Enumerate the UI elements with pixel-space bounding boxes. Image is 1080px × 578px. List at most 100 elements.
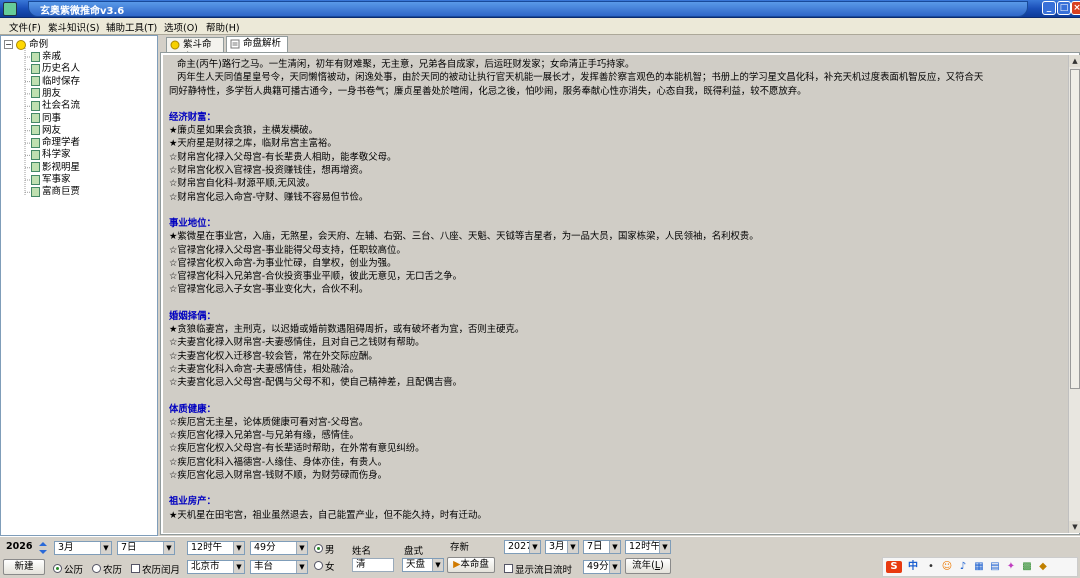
microphone-icon[interactable]: ♪ bbox=[957, 561, 969, 573]
tree-item[interactable]: 历史名人 bbox=[31, 63, 80, 75]
tree-item[interactable]: 朋友 bbox=[31, 88, 61, 100]
chevron-down-icon[interactable]: ▼ bbox=[100, 542, 111, 554]
tree-item[interactable]: 临时保存 bbox=[31, 76, 80, 88]
intro-line: 同好静特性，多学哲人典籍可播古通今，一身书卷气；廉贞星善处於喧闹，化忌之後，怕吵… bbox=[169, 85, 807, 97]
apps-icon[interactable]: ▩ bbox=[1021, 561, 1033, 573]
ime-mode-label[interactable]: 中 bbox=[907, 561, 919, 573]
tree-item[interactable]: 富商巨贾 bbox=[31, 186, 80, 198]
intro-line: 命主(丙午)路行之马。一生清闲，初年有财难聚，无主意，兄弟各自成家，后运旺财发家… bbox=[177, 59, 635, 70]
tree-item[interactable]: 网友 bbox=[31, 125, 61, 137]
emoji-icon[interactable]: ☺ bbox=[941, 561, 953, 573]
gender-male-radio[interactable] bbox=[314, 544, 323, 553]
province-select[interactable]: 北京市 ▼ bbox=[187, 560, 245, 574]
day-select[interactable]: 7日 ▼ bbox=[117, 541, 175, 555]
flow-year-button[interactable]: 流年(L) bbox=[625, 558, 671, 574]
tree-item[interactable]: 命理学者 bbox=[31, 137, 80, 149]
punctuation-icon[interactable]: • bbox=[925, 561, 937, 573]
chevron-down-icon[interactable]: ▼ bbox=[233, 542, 244, 554]
chevron-down-icon[interactable]: ▼ bbox=[609, 541, 620, 553]
tree-item[interactable]: 社会名流 bbox=[31, 100, 80, 112]
tab-chart[interactable]: 紫斗命盘 bbox=[166, 37, 224, 63]
gender-female-label: 女 bbox=[325, 562, 335, 573]
flow-month-select[interactable]: 3月 ▼ bbox=[545, 540, 579, 554]
chevron-down-icon[interactable]: ▼ bbox=[296, 542, 307, 554]
app-icon[interactable] bbox=[3, 2, 17, 16]
collapse-icon[interactable]: − bbox=[4, 40, 13, 49]
flow-year-select[interactable]: 2027 ▼ bbox=[504, 540, 541, 554]
case-file-icon bbox=[31, 63, 40, 74]
tree-item[interactable]: 亲戚 bbox=[31, 51, 61, 63]
case-file-icon bbox=[31, 162, 40, 173]
tree-item[interactable]: 科学家 bbox=[31, 149, 71, 161]
gender-female-radio[interactable] bbox=[314, 561, 323, 570]
year-spinner-icon[interactable] bbox=[38, 541, 48, 555]
menu-file[interactable]: 文件(F) bbox=[9, 20, 41, 34]
chevron-down-icon[interactable]: ▼ bbox=[233, 561, 244, 573]
chevron-down-icon[interactable]: ▼ bbox=[567, 541, 578, 553]
hour-select[interactable]: 12时午 ▼ bbox=[187, 541, 245, 555]
section-title: 婚姻择偶： bbox=[169, 310, 216, 322]
vertical-scrollbar[interactable]: ▲ ▼ bbox=[1068, 55, 1080, 533]
tree-item-label: 社会名流 bbox=[42, 100, 81, 112]
natal-chart-button[interactable]: ▶本命盘 bbox=[447, 557, 495, 573]
tree-item[interactable]: 军事家 bbox=[31, 174, 71, 186]
intro-line: 丙年生人天同值星皇号令，天同懒惰被动，闲逸处事，由於天同的被动让执行官天机能一展… bbox=[177, 72, 984, 84]
section-line: ☆夫妻宫化科入命宫-夫妻感情佳，相处融洽。 bbox=[169, 363, 359, 375]
tree-item[interactable]: 同事 bbox=[31, 113, 61, 125]
case-tree[interactable]: − 命例 亲戚 历史名人 临时保存 朋友 社会名流 同事 网友 命理学者 科学家 影视明星 军事家富… bbox=[0, 35, 158, 536]
smiley-icon bbox=[16, 39, 27, 50]
more-icon[interactable]: ◆ bbox=[1037, 561, 1049, 573]
tree-item-label: 亲戚 bbox=[42, 51, 62, 62]
chevron-down-icon[interactable]: ▼ bbox=[432, 559, 443, 571]
close-button[interactable]: × bbox=[1071, 1, 1080, 15]
maximize-button[interactable]: □ bbox=[1057, 1, 1071, 15]
section-line: ☆疾厄宫化禄入兄弟宫-与兄弟有缘，感情佳。 bbox=[169, 430, 359, 442]
menu-bar: 文件(F) 紫斗知识(S) 辅助工具(T) 选项(O) 帮助(H) bbox=[0, 18, 1080, 35]
save-new-label: 存新 bbox=[450, 542, 470, 553]
flow-day-select[interactable]: 7日 ▼ bbox=[583, 540, 621, 554]
chevron-down-icon[interactable]: ▼ bbox=[529, 541, 540, 553]
year-input[interactable]: 2026 bbox=[3, 541, 35, 555]
name-input[interactable]: 清 bbox=[352, 558, 394, 572]
skin-icon[interactable]: ▤ bbox=[989, 561, 1001, 573]
solar-calendar-radio[interactable] bbox=[53, 564, 62, 573]
keyboard-icon[interactable]: ▦ bbox=[973, 561, 985, 573]
lunar-calendar-radio[interactable] bbox=[92, 564, 101, 573]
ime-toolbar[interactable]: S 中 • ☺ ♪ ▦ ▤ ✦ ▩ ◆ bbox=[882, 557, 1078, 577]
chevron-down-icon[interactable]: ▼ bbox=[163, 542, 174, 554]
month-select[interactable]: 3月 ▼ bbox=[54, 541, 112, 555]
chart-type-value: 天盘 bbox=[406, 559, 426, 570]
scroll-up-icon[interactable]: ▲ bbox=[1069, 55, 1080, 67]
section-line: ★廉贞星如果会贪狼，主横发横破。 bbox=[169, 125, 319, 137]
tree-item-label: 科学家 bbox=[42, 149, 71, 161]
minute-select[interactable]: 49分 ▼ bbox=[250, 541, 308, 555]
show-flow-checkbox[interactable] bbox=[504, 564, 513, 573]
flow-hour-select[interactable]: 12时午 ▼ bbox=[625, 540, 671, 554]
sogou-icon[interactable]: S bbox=[886, 561, 902, 573]
sun-icon bbox=[170, 40, 180, 50]
menu-options[interactable]: 选项(O) bbox=[164, 20, 198, 34]
chevron-down-icon[interactable]: ▼ bbox=[296, 561, 307, 573]
tools-icon[interactable]: ✦ bbox=[1005, 561, 1017, 573]
city-select[interactable]: 丰台 ▼ bbox=[250, 560, 308, 574]
minimize-button[interactable]: _ bbox=[1042, 1, 1056, 15]
tree-item[interactable]: 影视明星 bbox=[31, 162, 80, 174]
chevron-down-icon[interactable]: ▼ bbox=[659, 541, 670, 553]
chart-type-select[interactable]: 天盘 ▼ bbox=[402, 558, 444, 572]
lunar-leap-label: 农历闰月 bbox=[142, 565, 181, 576]
menu-knowledge[interactable]: 紫斗知识(S) bbox=[48, 20, 99, 34]
scroll-thumb[interactable] bbox=[1070, 69, 1080, 389]
new-button[interactable]: 新建 bbox=[3, 559, 45, 575]
menu-help[interactable]: 帮助(H) bbox=[206, 20, 240, 34]
section-line: ★贪狼临妻宫，主刑克，以迟婚或婚前数遇阻碍周折，或有破坏者为宜，否则主硬克。 bbox=[169, 324, 525, 336]
flow-minute-select[interactable]: 49分 ▼ bbox=[583, 560, 621, 574]
tab-analysis[interactable]: 命盘解析 bbox=[226, 36, 288, 52]
name-label: 姓名 bbox=[352, 546, 372, 557]
chevron-down-icon[interactable]: ▼ bbox=[609, 561, 620, 573]
scroll-down-icon[interactable]: ▼ bbox=[1069, 521, 1080, 533]
section-title: 祖业房产： bbox=[169, 496, 216, 508]
lunar-leap-checkbox[interactable] bbox=[131, 564, 140, 573]
menu-tools[interactable]: 辅助工具(T) bbox=[106, 20, 157, 34]
tree-root[interactable]: − 命例 bbox=[4, 39, 48, 51]
analysis-panel: 命主(丙午)路行之马。一生清闲，初年有财难聚，无主意，兄弟各自成家，后运旺财发家… bbox=[160, 52, 1080, 535]
